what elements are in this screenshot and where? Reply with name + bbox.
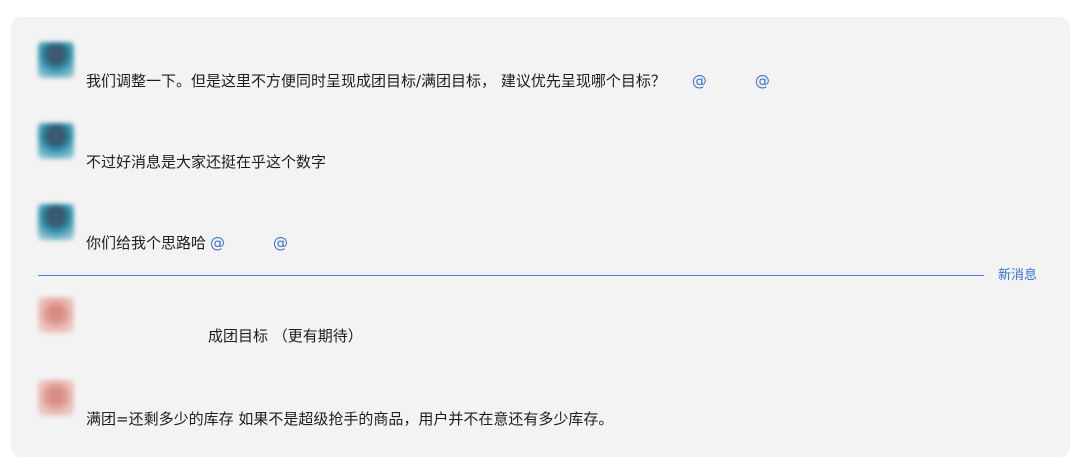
message-body: 不过好消息是大家还挺在乎这个数字 — [86, 153, 327, 171]
sender-name[interactable] — [88, 126, 200, 142]
new-messages-label: 新消息 — [998, 268, 1038, 283]
timestamp — [230, 207, 270, 223]
mention-link[interactable]: @ — [755, 72, 770, 90]
chat-message: 满团=还剩多少的库存 如果不是超级抢手的商品，用户并不在意还有多少库存。 — [38, 380, 938, 440]
message-body: 满团=还剩多少的库存 如果不是超级抢手的商品，用户并不在意还有多少库存。 — [86, 410, 614, 428]
sender-name[interactable] — [88, 45, 200, 61]
timestamp — [230, 45, 270, 61]
avatar[interactable] — [38, 380, 74, 416]
mention-link[interactable]: @ — [210, 234, 225, 252]
message-text: 我们调整一下。但是这里不方便同时呈现成团目标/满团目标， 建议优先呈现哪个目标？… — [86, 70, 770, 92]
message-text: 满团=还剩多少的库存 如果不是超级抢手的商品，用户并不在意还有多少库存。 — [86, 408, 613, 430]
badge-icon — [206, 45, 220, 61]
message-body: 成团目标 （更有期待） — [208, 327, 363, 345]
new-messages-divider — [38, 275, 984, 276]
chat-message: 成团目标 （更有期待） — [38, 297, 938, 357]
timestamp — [206, 383, 246, 399]
mention-link[interactable]: @ — [692, 72, 707, 90]
avatar[interactable] — [38, 297, 74, 333]
message-body: 我们调整一下。但是这里不方便同时呈现成团目标/满团目标， 建议优先呈现哪个目标？ — [86, 72, 666, 90]
sender-name[interactable] — [88, 300, 200, 316]
message-text: 成团目标 （更有期待） — [208, 325, 363, 347]
chat-message: 不过好消息是大家还挺在乎这个数字 — [38, 123, 938, 183]
timestamp — [230, 126, 270, 142]
message-body: 你们给我个思路哈 — [86, 234, 207, 252]
avatar[interactable] — [38, 123, 74, 159]
sender-name[interactable] — [88, 383, 200, 399]
badge-icon — [206, 126, 220, 142]
sender-name[interactable] — [88, 207, 200, 223]
message-text: 你们给我个思路哈 @ @ — [86, 232, 288, 254]
avatar[interactable] — [38, 42, 74, 78]
message-text: 不过好消息是大家还挺在乎这个数字 — [86, 151, 326, 173]
avatar[interactable] — [38, 204, 74, 240]
badge-icon — [206, 207, 220, 223]
mention-link[interactable]: @ — [273, 234, 288, 252]
chat-message: 你们给我个思路哈 @ @ — [38, 204, 938, 264]
timestamp — [206, 300, 246, 316]
chat-message: 我们调整一下。但是这里不方便同时呈现成团目标/满团目标， 建议优先呈现哪个目标？… — [38, 42, 938, 102]
